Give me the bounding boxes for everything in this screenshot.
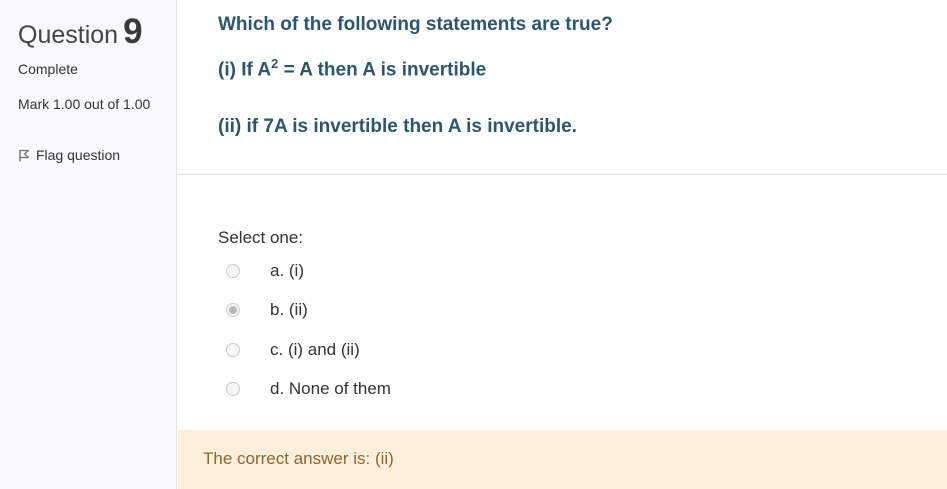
question-text-line-3: (ii) if 7A is invertible then A is inver…: [218, 116, 577, 137]
question-text-line-2: (i) If A2 = A then A is invertible: [218, 56, 486, 81]
correct-answer-text: The correct answer is: (ii): [203, 449, 394, 468]
answer-option-b[interactable]: b. (ii): [226, 300, 308, 320]
answer-option-a[interactable]: a. (i): [226, 261, 304, 281]
answer-option-a-label: a. (i): [270, 261, 304, 280]
question-state: Complete: [18, 61, 78, 77]
answer-option-b-label: b. (ii): [270, 300, 308, 319]
question-word: Question: [18, 21, 119, 49]
question-info-panel: Question 9 Complete Mark 1.00 out of 1.00…: [0, 0, 177, 489]
statement-i-suffix: = A then A is invertible: [278, 59, 487, 81]
radio-option-a[interactable]: [226, 264, 240, 278]
question-number-heading: Question 9: [18, 12, 143, 52]
feedback-box: The correct answer is: (ii): [178, 430, 947, 489]
radio-option-b[interactable]: [226, 303, 240, 317]
answer-option-c[interactable]: c. (i) and (ii): [226, 340, 360, 360]
question-number: 9: [123, 12, 143, 51]
radio-option-d[interactable]: [226, 382, 240, 396]
radio-option-c[interactable]: [226, 343, 240, 357]
statement-i-prefix: (i) If A: [218, 59, 272, 81]
flag-icon: [19, 149, 30, 161]
flag-question-label: Flag question: [36, 147, 121, 163]
question-content: Which of the following statements are tr…: [178, 0, 947, 489]
question-grade: Mark 1.00 out of 1.00: [18, 96, 151, 112]
flag-question-link[interactable]: Flag question: [18, 147, 120, 163]
answer-option-c-label: c. (i) and (ii): [270, 340, 360, 359]
select-one-prompt: Select one:: [218, 228, 304, 247]
question-text-line-1: Which of the following statements are tr…: [218, 14, 613, 35]
answer-option-d[interactable]: d. None of them: [226, 379, 391, 399]
answer-option-d-label: d. None of them: [270, 379, 391, 398]
section-divider: [178, 174, 947, 175]
